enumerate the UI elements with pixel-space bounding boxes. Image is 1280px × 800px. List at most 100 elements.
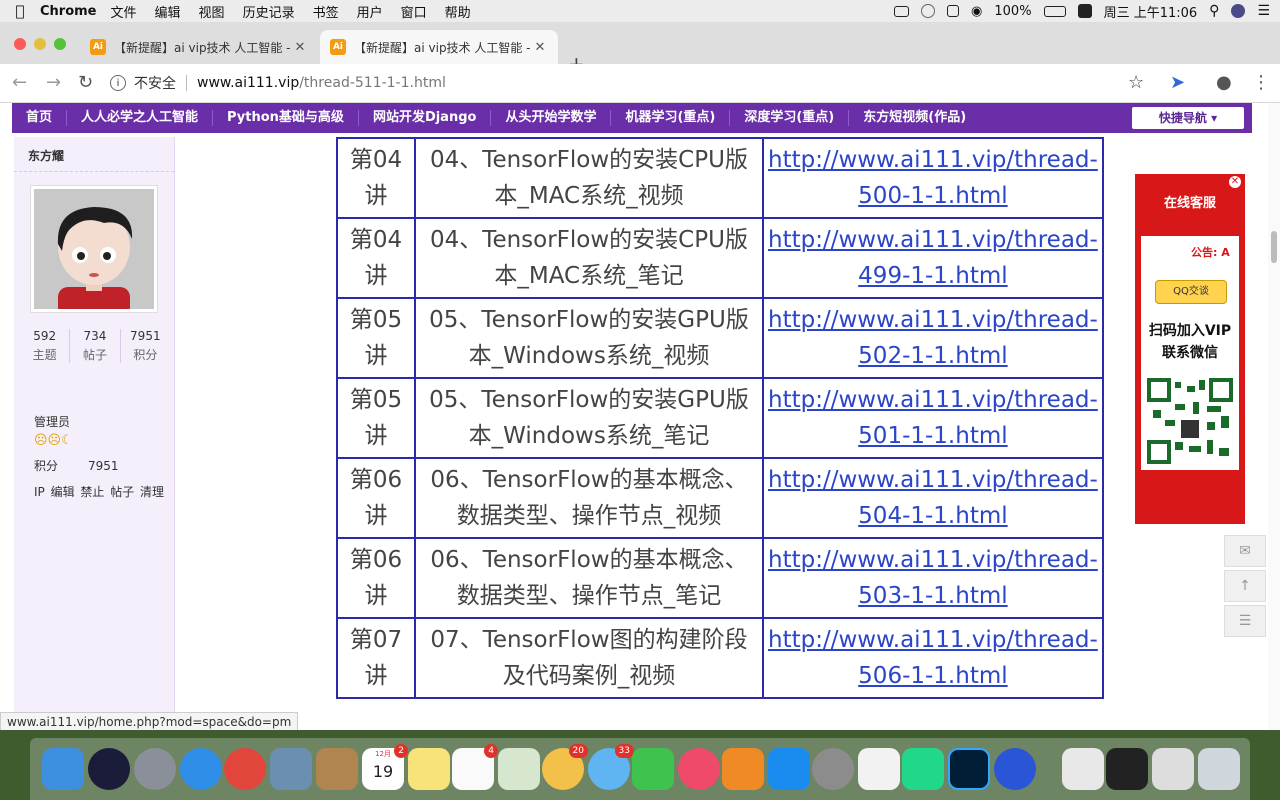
contacts-icon[interactable]: [316, 748, 358, 790]
list-icon[interactable]: ☰: [1224, 605, 1266, 637]
stat-points[interactable]: 7951 积分: [121, 329, 170, 363]
app-store-icon[interactable]: [768, 748, 810, 790]
close-tab-icon[interactable]: ✕: [532, 40, 548, 55]
nav-python[interactable]: Python基础与高级: [213, 110, 359, 126]
lesson-link[interactable]: http://www.ai111.vip/thread-501-1-1.html: [762, 377, 1104, 459]
photoshop-icon[interactable]: [948, 748, 990, 790]
nav-django[interactable]: 网站开发Django: [359, 110, 492, 126]
safari-icon[interactable]: [180, 748, 222, 790]
back-arrow-icon[interactable]: ←: [12, 72, 27, 93]
input-method-icon[interactable]: [947, 5, 960, 17]
stat-value: 7951: [130, 329, 161, 343]
menu-people[interactable]: 用户: [357, 2, 383, 21]
address-bar[interactable]: i 不安全 www.ai111.vip /thread-511-1-1.html: [110, 69, 1160, 97]
avatar-image: [34, 189, 154, 309]
chrome-menu-icon[interactable]: ⋮: [1252, 72, 1270, 93]
siri-icon[interactable]: [1231, 4, 1246, 18]
chrome-icon[interactable]: [224, 748, 266, 790]
nav-ai-essentials[interactable]: 人人必学之人工智能: [67, 110, 214, 126]
creative-cloud-icon[interactable]: [921, 4, 936, 18]
forward-arrow-icon[interactable]: →: [46, 72, 61, 93]
scrollbar-thumb[interactable]: [1271, 231, 1277, 263]
tab-active[interactable]: Ai 【新提醒】ai vip技术 人工智能 - ✕: [320, 30, 558, 64]
info-icon[interactable]: i: [110, 75, 126, 91]
siri-dock-icon[interactable]: [88, 748, 130, 790]
battery-icon[interactable]: [1043, 5, 1066, 17]
messages-icon[interactable]: 33: [588, 744, 634, 790]
menu-help[interactable]: 帮助: [445, 2, 471, 21]
nav-short-video[interactable]: 东方短视频(作品): [849, 110, 980, 126]
stat-threads[interactable]: 592 主题: [20, 329, 71, 363]
minimize-window-button[interactable]: [34, 38, 46, 50]
lesson-link[interactable]: http://www.ai111.vip/thread-502-1-1.html: [762, 297, 1104, 379]
terminal-window-icon[interactable]: [1106, 748, 1148, 790]
nav-deep-learning[interactable]: 深度学习(重点): [730, 110, 850, 126]
close-ad-icon[interactable]: ✕: [1229, 176, 1241, 188]
document-stack-icon[interactable]: [1062, 748, 1104, 790]
screen-recorder-icon[interactable]: [994, 748, 1036, 790]
apple-menu-icon[interactable]: : [0, 2, 40, 20]
reload-icon[interactable]: ↻: [78, 72, 93, 93]
finder-icon[interactable]: [42, 748, 84, 790]
lesson-link[interactable]: http://www.ai111.vip/thread-500-1-1.html: [762, 137, 1104, 219]
photos-icon[interactable]: 20: [542, 744, 588, 790]
nav-machine-learning[interactable]: 机器学习(重点): [611, 110, 731, 126]
security-label[interactable]: 不安全: [134, 73, 176, 93]
comment-icon[interactable]: ✉: [1224, 535, 1266, 567]
menu-bookmarks[interactable]: 书签: [313, 2, 339, 21]
notes-icon[interactable]: [408, 748, 450, 790]
nav-math[interactable]: 从头开始学数学: [491, 110, 612, 126]
system-preferences-icon[interactable]: [812, 748, 854, 790]
avatar[interactable]: [30, 185, 158, 313]
user-role[interactable]: 管理员: [34, 413, 70, 430]
close-tab-icon[interactable]: ✕: [292, 40, 308, 55]
nav-home[interactable]: 首页: [12, 110, 68, 126]
tab-inactive[interactable]: Ai 【新提醒】ai vip技术 人工智能 - ✕: [80, 30, 318, 64]
textedit-icon[interactable]: [858, 748, 900, 790]
calendar-icon[interactable]: 12月 19 2: [362, 744, 408, 790]
menu-app-name[interactable]: Chrome: [40, 4, 97, 19]
extension-bird-icon[interactable]: ➤: [1170, 72, 1185, 93]
lesson-link[interactable]: http://www.ai111.vip/thread-504-1-1.html: [762, 457, 1104, 539]
menu-window[interactable]: 窗口: [401, 2, 427, 21]
stat-label: 帖子: [82, 348, 107, 362]
qq-chat-button[interactable]: QQ交谈: [1155, 280, 1227, 304]
menu-file[interactable]: 文件: [111, 2, 137, 21]
menu-history[interactable]: 历史记录: [243, 2, 295, 21]
pycharm-icon[interactable]: [902, 748, 944, 790]
menu-edit[interactable]: 编辑: [155, 2, 181, 21]
site-favicon-icon: Ai: [330, 39, 346, 55]
bookmark-star-icon[interactable]: ☆: [1128, 72, 1144, 93]
lesson-link[interactable]: http://www.ai111.vip/thread-506-1-1.html: [762, 617, 1104, 699]
clock[interactable]: 周三 上午11:06: [1104, 2, 1198, 21]
quick-nav-button[interactable]: 快捷导航 ▾: [1132, 107, 1244, 129]
menu-view[interactable]: 视图: [199, 2, 225, 21]
lesson-title: 05、TensorFlow的安装GPU版本_Windows系统_笔记: [414, 377, 764, 459]
music-icon[interactable]: [678, 748, 720, 790]
zoom-window-button[interactable]: [54, 38, 66, 50]
page-scrollbar[interactable]: [1268, 103, 1280, 730]
admin-links[interactable]: IP 编辑 禁止 帖子 清理: [34, 483, 164, 500]
customer-service-ad[interactable]: ✕ 在线客服 公告: A QQ交谈 扫码加入VIP 联系微信: [1135, 174, 1245, 524]
app-status-icon[interactable]: [1077, 4, 1092, 18]
author-name[interactable]: 东方耀: [28, 147, 64, 164]
stat-posts[interactable]: 734 帖子: [70, 329, 121, 363]
books-icon[interactable]: [722, 748, 764, 790]
facetime-icon[interactable]: [632, 748, 674, 790]
wifi-icon[interactable]: ◉: [971, 4, 982, 19]
mail-icon[interactable]: [270, 748, 312, 790]
notification-center-icon[interactable]: ☰: [1257, 3, 1270, 19]
lesson-link[interactable]: http://www.ai111.vip/thread-503-1-1.html: [762, 537, 1104, 619]
back-to-top-icon[interactable]: ↑: [1224, 570, 1266, 602]
profile-icon[interactable]: ●: [1216, 72, 1232, 93]
camera-icon[interactable]: [894, 5, 910, 17]
maps-icon[interactable]: [498, 748, 540, 790]
reminders-icon[interactable]: 4: [452, 744, 498, 790]
spotlight-search-icon[interactable]: ⚲: [1209, 3, 1219, 19]
minimized-window-icon[interactable]: [1152, 748, 1194, 790]
lesson-link[interactable]: http://www.ai111.vip/thread-499-1-1.html: [762, 217, 1104, 299]
launchpad-icon[interactable]: [134, 748, 176, 790]
close-window-button[interactable]: [14, 38, 26, 50]
trash-icon[interactable]: [1198, 748, 1240, 790]
stat-label: 积分: [133, 348, 158, 362]
